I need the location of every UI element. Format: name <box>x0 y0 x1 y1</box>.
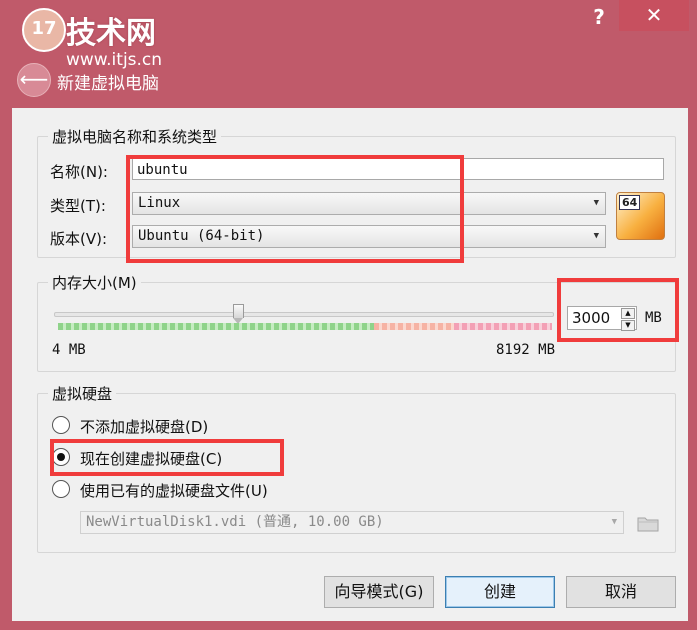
close-icon: ✕ <box>645 3 663 27</box>
chevron-down-icon: ▼ <box>593 198 599 208</box>
existing-disk-select-value: NewVirtualDisk1.vdi (普通, 10.00 GB) <box>86 514 384 530</box>
back-button[interactable]: ⟵ <box>17 63 51 97</box>
disk-group-legend: 虚拟硬盘 <box>48 383 117 404</box>
cancel-button[interactable]: 取消 <box>566 576 676 608</box>
dialog-title: 新建虚拟电脑 <box>57 74 159 94</box>
memory-max-label: 8192 MB <box>496 342 556 358</box>
memory-group-legend: 内存大小(M) <box>48 272 141 293</box>
memory-size-value[interactable]: 3000 <box>572 309 610 327</box>
back-arrow-icon: ⟵ <box>19 67 49 91</box>
expert-mode-button[interactable]: 向导模式(G) <box>324 576 434 608</box>
memory-zone-safe <box>58 323 374 330</box>
create-button[interactable]: 创建 <box>445 576 555 608</box>
memory-zone-danger <box>454 323 552 330</box>
name-label: 名称(N): <box>50 163 108 181</box>
close-button[interactable]: ✕ <box>619 0 689 31</box>
folder-icon <box>637 517 659 532</box>
os-bitness-badge: 64 <box>619 195 641 210</box>
existing-disk-radio[interactable] <box>52 480 70 498</box>
type-label: 类型(T): <box>50 197 106 215</box>
name-input[interactable]: ubuntu <box>132 158 664 180</box>
chevron-down-icon: ▼ <box>611 517 617 527</box>
os-type-icon: 64 <box>616 192 665 240</box>
spin-down-icon[interactable]: ▼ <box>621 320 635 331</box>
create-disk-radio[interactable] <box>52 448 70 466</box>
existing-disk-label[interactable]: 使用已有的虚拟硬盘文件(U) <box>80 480 268 501</box>
no-disk-label[interactable]: 不添加虚拟硬盘(D) <box>80 416 208 437</box>
memory-slider-thumb[interactable] <box>233 304 245 324</box>
memory-slider-track[interactable] <box>54 312 554 317</box>
memory-size-spinbox[interactable]: 3000 ▲ ▼ <box>567 306 637 331</box>
dialog-body: 虚拟电脑名称和系统类型 名称(N): ubuntu 类型(T): Linux ▼… <box>12 108 688 621</box>
version-select-value: Ubuntu (64-bit) <box>138 228 265 244</box>
create-disk-label[interactable]: 现在创建虚拟硬盘(C) <box>80 448 222 469</box>
help-button[interactable]: ? <box>586 4 612 30</box>
watermark-logo: 17 <box>22 8 66 52</box>
version-select[interactable]: Ubuntu (64-bit) ▼ <box>132 225 606 248</box>
title-bar: 17 技术网 www.itjs.cn ? ✕ ⟵ 新建虚拟电脑 <box>0 0 697 108</box>
watermark-url: www.itjs.cn <box>66 50 163 70</box>
no-disk-radio[interactable] <box>52 416 70 434</box>
type-select-value: Linux <box>138 195 181 211</box>
name-type-group-legend: 虚拟电脑名称和系统类型 <box>48 126 222 147</box>
choose-disk-file-button <box>636 512 660 534</box>
memory-zone-warn <box>374 323 454 330</box>
memory-unit-label: MB <box>645 310 662 326</box>
chevron-down-icon: ▼ <box>593 231 599 241</box>
memory-min-label: 4 MB <box>52 342 86 358</box>
version-label: 版本(V): <box>50 230 108 248</box>
type-select[interactable]: Linux ▼ <box>132 192 606 215</box>
existing-disk-select: NewVirtualDisk1.vdi (普通, 10.00 GB) ▼ <box>80 511 624 534</box>
watermark-site-name: 技术网 <box>66 16 156 51</box>
spin-up-icon[interactable]: ▲ <box>621 308 635 319</box>
